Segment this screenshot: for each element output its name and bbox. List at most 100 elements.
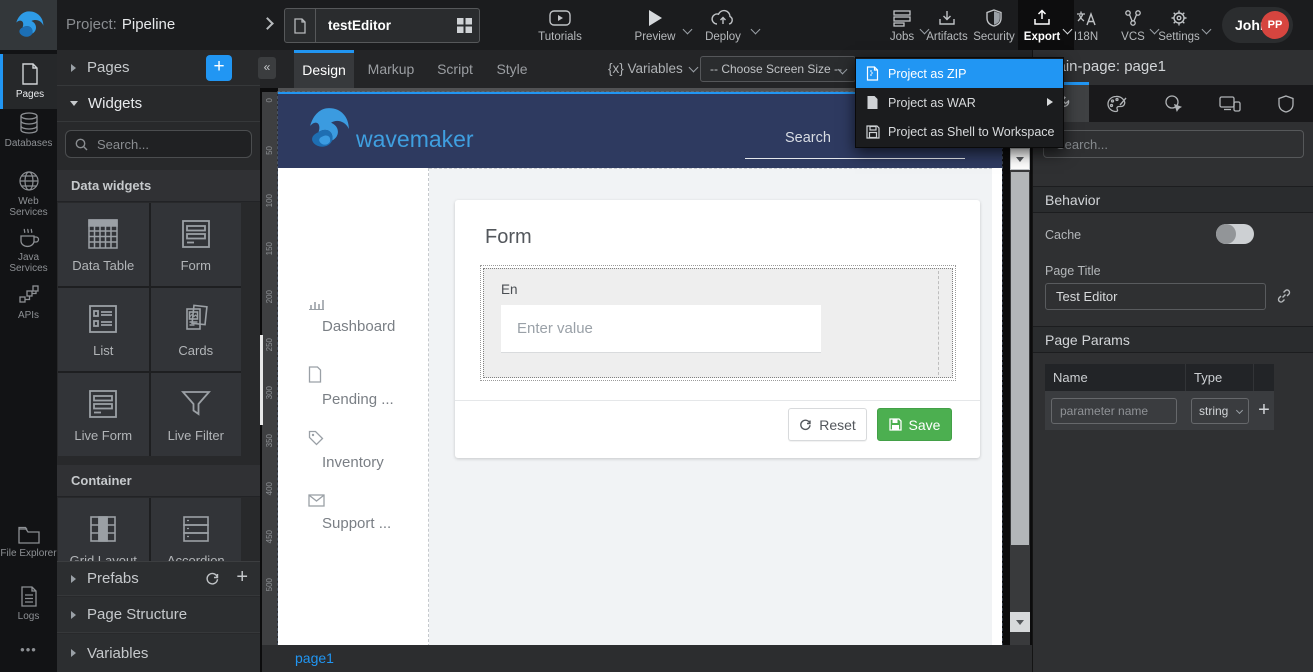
page-params-section-header[interactable]: Page Params [1033, 326, 1313, 353]
add-prefab-icon[interactable]: + [236, 566, 248, 589]
add-parameter-button[interactable]: + [1254, 399, 1274, 422]
search-icon [75, 138, 88, 151]
submenu-arrow-icon [1047, 98, 1053, 106]
page-design-viewport: wavemaker Search Dashboard Pending ... I… [278, 92, 1002, 645]
widget-tile-live-filter[interactable]: Live Filter [151, 373, 242, 456]
palette-icon [1107, 95, 1127, 113]
variables-dropdown[interactable]: {x} Variables [608, 50, 697, 88]
canvas-scrollbar[interactable] [1010, 92, 1030, 645]
export-button[interactable]: Export [1020, 7, 1064, 43]
dashboard-grid-icon[interactable] [449, 18, 479, 33]
form-card[interactable]: Form En Reset Save [455, 200, 980, 458]
menu-item-project-as-shell[interactable]: Project as Shell to Workspace [856, 117, 1063, 146]
behavior-section-header[interactable]: Behavior [1033, 186, 1313, 213]
parameter-name-input[interactable] [1051, 398, 1177, 424]
sidebar-item-databases[interactable]: Databases [0, 112, 57, 149]
security-button[interactable]: Security [969, 7, 1019, 43]
collapse-panel-button[interactable]: « [258, 57, 276, 79]
sidebar-item-web-services[interactable]: Web Services [0, 170, 57, 218]
scroll-down-button[interactable] [1010, 612, 1030, 632]
screen-size-select[interactable]: -- Choose Screen Size -- [700, 56, 856, 82]
preview-left-nav: Dashboard Pending ... Inventory Support … [278, 168, 429, 647]
ruler-mark: 250 [265, 338, 274, 351]
form-text-input[interactable] [501, 305, 821, 353]
menu-item-project-as-war[interactable]: Project as WAR [856, 88, 1063, 117]
scroll-down-button[interactable] [1010, 148, 1030, 170]
preview-content-area: Form En Reset Save [429, 168, 992, 647]
page-title-input[interactable] [1045, 283, 1266, 310]
artifacts-button[interactable]: Artifacts [922, 7, 972, 43]
widget-tile-live-form[interactable]: Live Form [58, 373, 149, 456]
widgets-section-header[interactable]: Widgets [57, 86, 260, 122]
prefabs-section-header[interactable]: Prefabs + [57, 561, 260, 596]
widget-tile-data-table[interactable]: Data Table [58, 203, 149, 286]
widget-tile-cards[interactable]: Cards [151, 288, 242, 371]
tab-security[interactable] [1258, 85, 1313, 122]
sidebar-item-pages[interactable]: Pages [0, 54, 57, 109]
sidebar-item-apis[interactable]: APIs [0, 284, 57, 321]
widget-tile-form[interactable]: Form [151, 203, 242, 286]
cache-toggle[interactable] [1216, 224, 1254, 244]
save-button[interactable]: Save [877, 408, 952, 441]
i18n-button[interactable]: I18N [1066, 7, 1106, 43]
wavemaker-studio: Project:Pipeline testEditor Tutorials Pr… [0, 0, 1313, 672]
sidebar-item-java-services[interactable]: Java Services [0, 226, 57, 274]
export-dropdown-menu: Project as ZIP Project as WAR Project as… [855, 57, 1064, 148]
property-search-input[interactable] [1054, 136, 1284, 153]
settings-button[interactable]: Settings [1157, 7, 1201, 43]
gutter-scrollbar[interactable] [260, 335, 263, 425]
form-field-group[interactable]: En [483, 268, 953, 378]
sidebar-item-logs[interactable]: Logs [0, 586, 57, 622]
vcs-button[interactable]: VCS [1113, 7, 1153, 43]
settings-chevron-icon[interactable] [1202, 25, 1212, 35]
jobs-button[interactable]: Jobs [882, 7, 922, 43]
apis-icon [18, 284, 40, 306]
page-tab-page1[interactable]: page1 [295, 650, 334, 666]
refresh-prefabs-icon[interactable] [205, 571, 220, 586]
add-page-button[interactable]: + [206, 55, 232, 81]
vcs-branch-icon [1124, 7, 1142, 29]
tab-events[interactable] [1145, 85, 1201, 122]
widget-tile-list[interactable]: List [58, 288, 149, 371]
tab-markup[interactable]: Markup [360, 50, 422, 88]
pages-section-header[interactable]: Pages + [57, 50, 260, 86]
widget-tile-accordion[interactable]: Accordion [151, 498, 242, 561]
ruler-mark: 500 [265, 578, 274, 591]
caret-down-icon [70, 101, 78, 106]
nav-item-support[interactable]: Support ... [308, 494, 391, 532]
editor-tab-testeditor[interactable]: testEditor [284, 8, 480, 43]
tutorials-button[interactable]: Tutorials [530, 7, 590, 43]
parameter-type-select[interactable]: string [1191, 398, 1249, 424]
page-structure-section-header[interactable]: Page Structure [57, 597, 260, 633]
ruler-mark: 150 [265, 242, 274, 255]
ruler-mark: 50 [265, 146, 274, 155]
tab-design[interactable]: Design [294, 50, 354, 88]
ruler-mark: 0 [265, 98, 274, 102]
war-file-icon [866, 95, 888, 110]
bind-link-icon[interactable] [1276, 288, 1292, 304]
tab-devices[interactable] [1202, 85, 1258, 122]
deploy-button[interactable]: Deploy [700, 7, 746, 43]
sidebar-item-file-explorer[interactable]: File Explorer [0, 526, 57, 559]
variables-section-header[interactable]: Variables [57, 634, 260, 672]
preview-button[interactable]: Preview [630, 7, 680, 43]
preview-search-input[interactable] [745, 158, 965, 159]
menu-item-project-as-zip[interactable]: Project as ZIP [856, 59, 1063, 88]
widget-tile-grid-layout[interactable]: Grid Layout [58, 498, 149, 561]
nav-item-pending[interactable]: Pending ... [308, 366, 394, 408]
page-title-label: Page Title [1045, 264, 1101, 278]
nav-item-dashboard[interactable]: Dashboard [308, 296, 395, 335]
web-services-icon [18, 170, 40, 192]
tab-style[interactable]: Style [488, 50, 536, 88]
nav-item-inventory[interactable]: Inventory [308, 430, 384, 471]
scrollbar-thumb[interactable] [1011, 172, 1029, 545]
reset-button[interactable]: Reset [788, 408, 867, 441]
widget-search-input[interactable] [95, 136, 235, 153]
wavemaker-logo[interactable] [0, 0, 57, 50]
more-options-button[interactable]: ••• [0, 640, 57, 655]
deploy-chevron-icon[interactable] [751, 25, 761, 35]
tab-styles[interactable] [1089, 85, 1145, 122]
user-menu[interactable]: John PP [1222, 7, 1293, 43]
tab-script[interactable]: Script [428, 50, 482, 88]
preview-chevron-icon[interactable] [683, 25, 693, 35]
